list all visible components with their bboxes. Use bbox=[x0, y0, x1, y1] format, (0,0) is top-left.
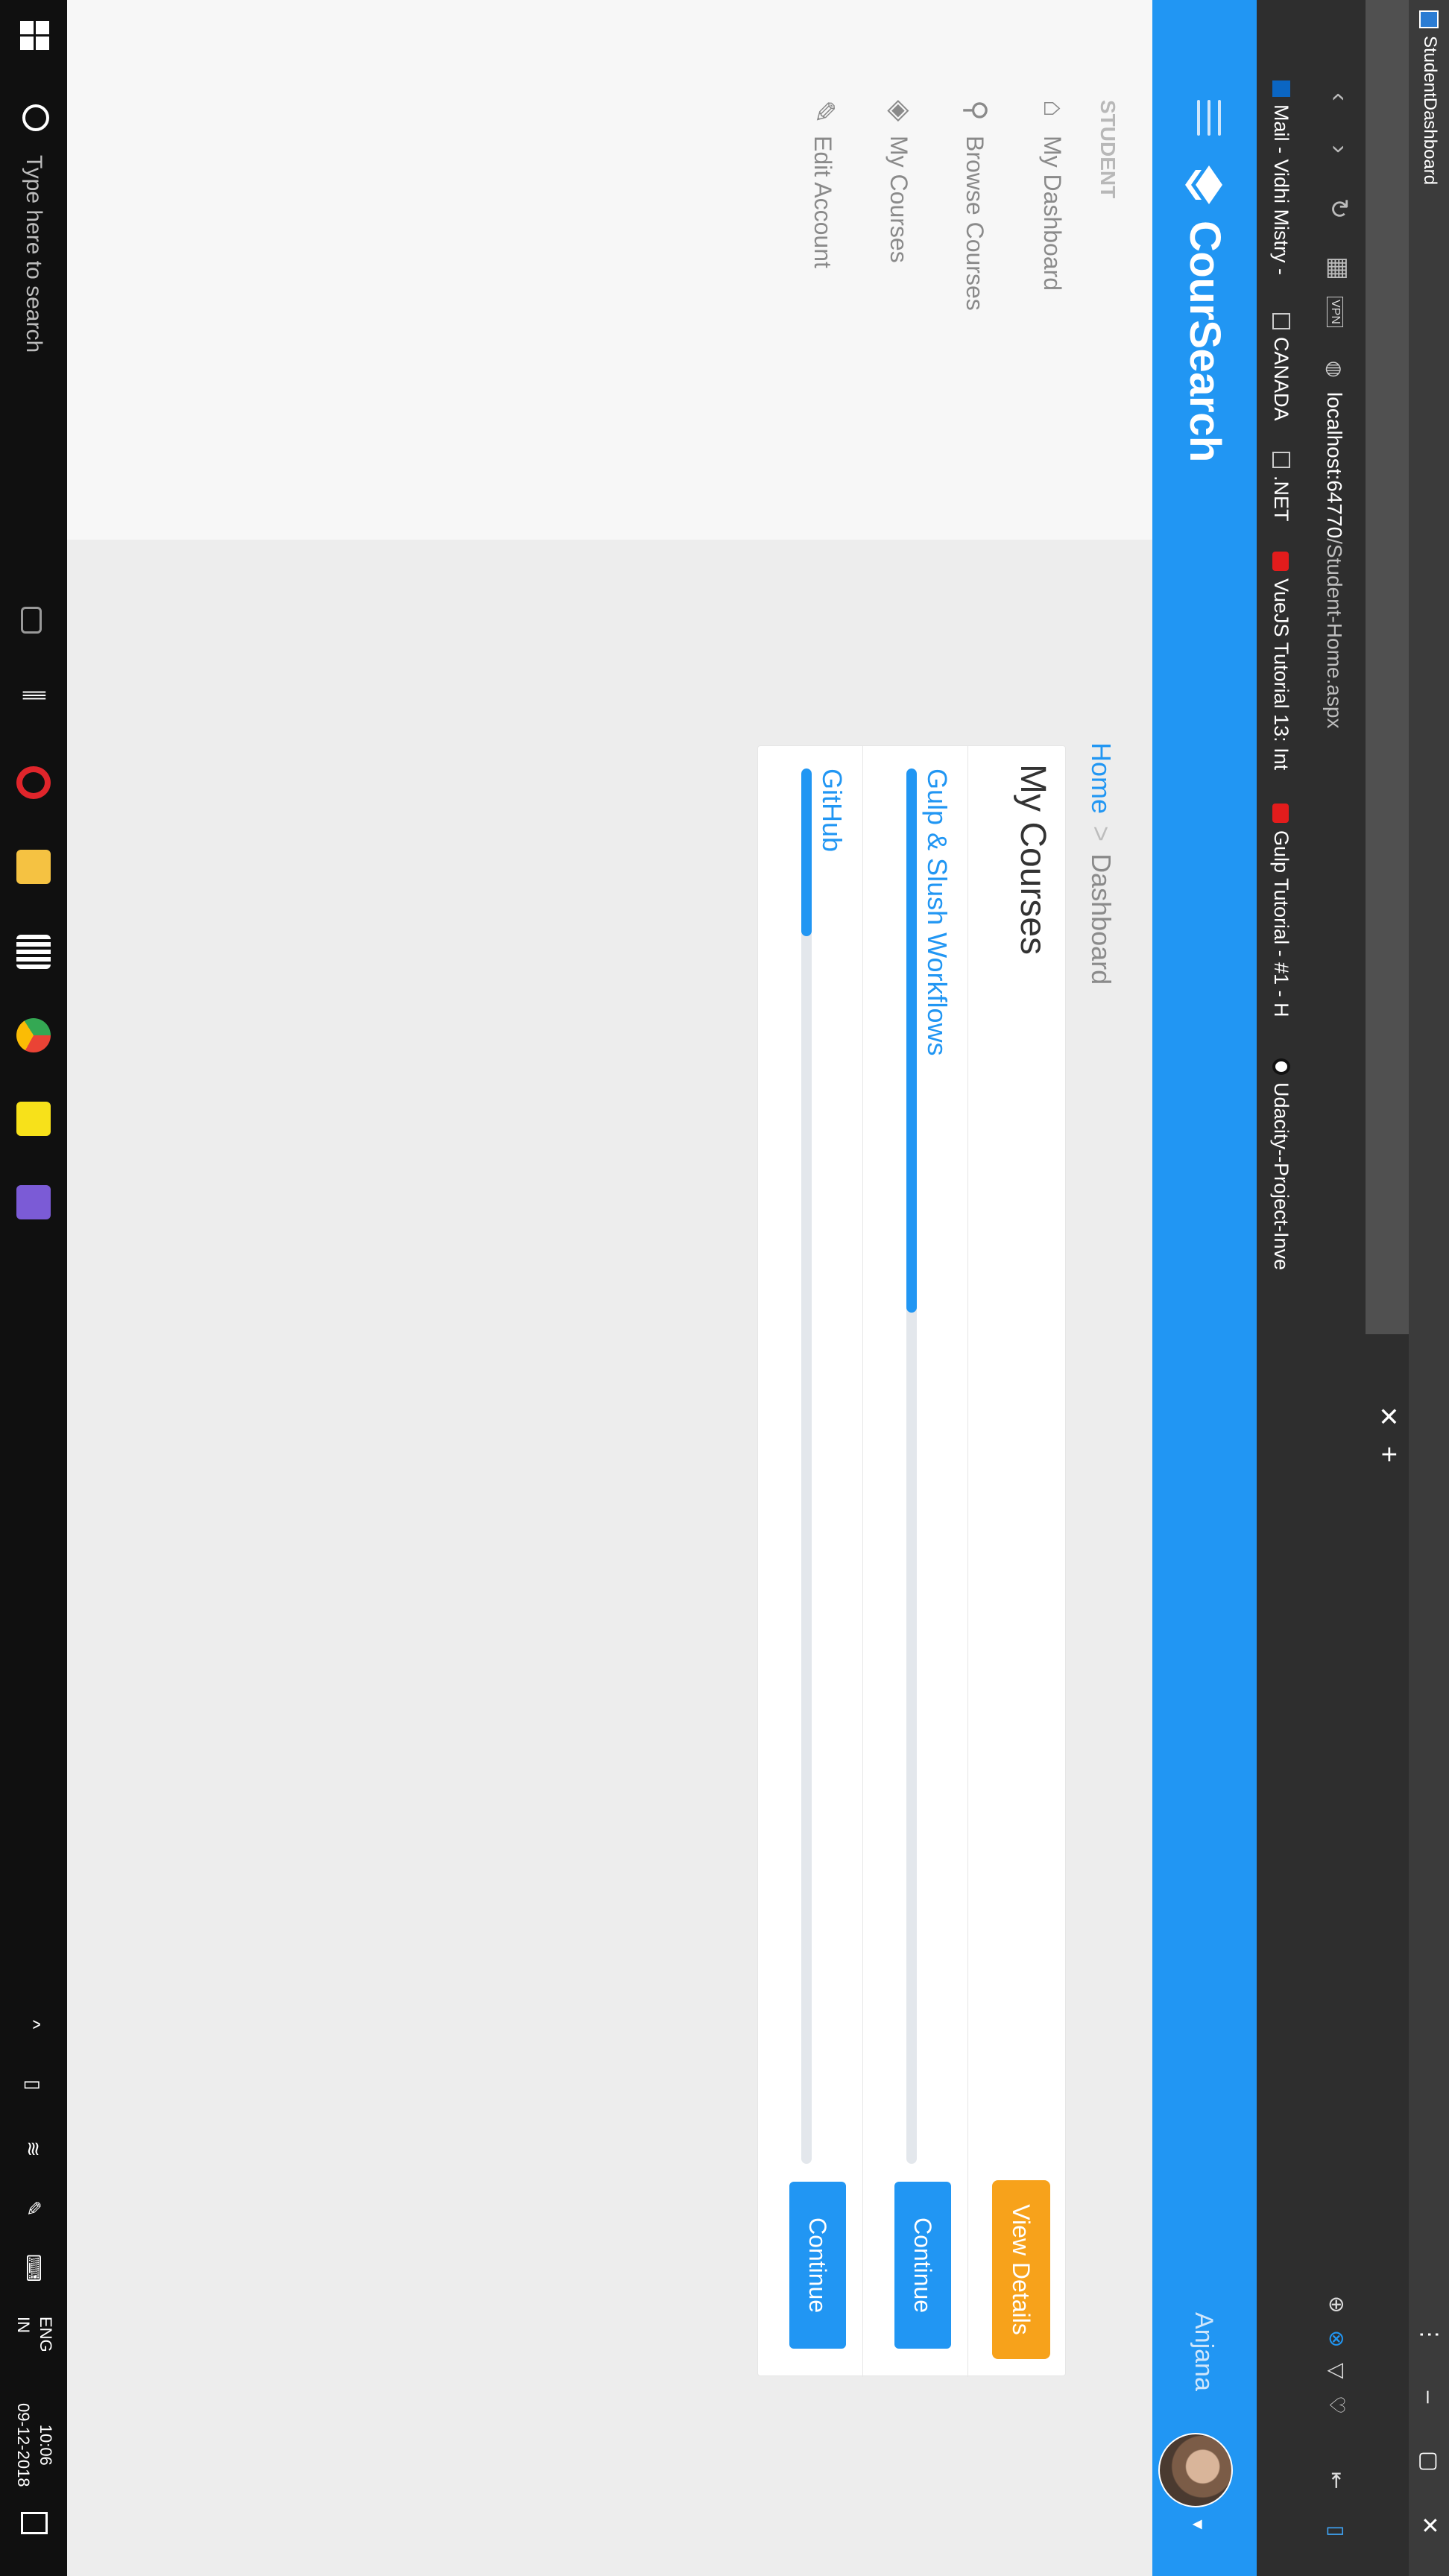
chevron-up-icon[interactable]: ^ bbox=[22, 2020, 45, 2029]
clock[interactable]: 10:06 09-12-2018 bbox=[12, 2403, 57, 2487]
hamburger-menu-icon[interactable] bbox=[1190, 100, 1221, 136]
home-icon: ⌂ bbox=[1038, 100, 1069, 117]
start-windows-icon[interactable] bbox=[19, 21, 49, 51]
bookmark-dotnet[interactable]: .NET bbox=[1269, 452, 1292, 522]
bookmark-canada[interactable]: CANADA bbox=[1269, 313, 1292, 421]
bookmark-vuejs[interactable]: VueJS Tutorial 13: Int bbox=[1269, 552, 1292, 770]
youtube-icon bbox=[1272, 552, 1289, 571]
snapshot-icon[interactable]: ⇤ bbox=[1325, 2472, 1349, 2489]
course-progress-bar bbox=[801, 768, 812, 2164]
course-progress-fill bbox=[801, 768, 812, 936]
globe-icon: ◍ bbox=[1324, 361, 1346, 378]
app-header: CourSearch Anjana ▼ bbox=[1152, 0, 1257, 2576]
page-favicon-icon bbox=[1419, 10, 1439, 28]
course-name-link[interactable]: Gulp & Slush Workflows bbox=[921, 768, 953, 1055]
file-explorer-icon[interactable] bbox=[16, 850, 51, 884]
tab-bar: ✕ + bbox=[1366, 0, 1409, 2576]
adblock-icon[interactable]: ⊗ bbox=[1325, 2330, 1349, 2347]
course-name-link[interactable]: GitHub bbox=[816, 768, 847, 852]
window-title-bar: StudentDashboard ⋮ – ▢ ✕ bbox=[1409, 0, 1449, 2576]
course-row: GitHub Continue bbox=[757, 746, 863, 2377]
layers-icon: ◈ bbox=[884, 100, 915, 122]
keyboard-icon[interactable]: ⌨ bbox=[22, 2254, 45, 2282]
url-host: localhost:64770 bbox=[1323, 392, 1346, 539]
course-progress-fill bbox=[906, 768, 917, 1313]
bookmarks-bar: Mail - Vidhi Mistry - CANADA .NET VueJS … bbox=[1257, 0, 1303, 2576]
bookmark-gulp[interactable]: Gulp Tutorial - #1 - H bbox=[1269, 804, 1292, 1017]
outlook-icon bbox=[1272, 80, 1290, 97]
my-flow-icon[interactable]: ▯ bbox=[1325, 2525, 1349, 2536]
user-name[interactable]: Anjana bbox=[1189, 2312, 1218, 2391]
bookmark-udacity[interactable]: Udacity--Project-Inve bbox=[1269, 1058, 1292, 1270]
breadcrumb-separator: > bbox=[1086, 826, 1117, 842]
breadcrumb: Home > Dashboard bbox=[1085, 742, 1117, 985]
sidebar-item-my-dashboard[interactable]: ⌂My Dashboard bbox=[1037, 100, 1069, 291]
task-view-icon[interactable] bbox=[21, 607, 42, 634]
minimize-button[interactable]: – bbox=[1415, 2382, 1443, 2412]
pen-icon[interactable]: ✎ bbox=[22, 2200, 45, 2217]
flow-icon[interactable]: ▽ bbox=[1325, 2363, 1349, 2379]
wifi-icon[interactable]: ≋ bbox=[22, 2141, 45, 2157]
new-tab-button[interactable]: + bbox=[1372, 1446, 1404, 1462]
youtube-icon bbox=[1272, 804, 1289, 823]
back-icon[interactable]: ‹ bbox=[1325, 80, 1354, 113]
active-tab[interactable] bbox=[1366, 0, 1409, 1334]
breadcrumb-home[interactable]: Home bbox=[1086, 742, 1117, 814]
sidebar: STUDENT ⌂My Dashboard ⚲Browse Courses ◈M… bbox=[0, 0, 1152, 540]
close-tab-icon[interactable]: ✕ bbox=[1373, 1406, 1403, 1427]
heart-icon[interactable]: ♡ bbox=[1325, 2396, 1349, 2414]
sidebar-section-title: STUDENT bbox=[1096, 100, 1120, 199]
screen: StudentDashboard ⋮ – ▢ ✕ ✕ + ‹ › ↻ ▦ VPN… bbox=[0, 0, 1449, 2576]
sidebar-item-edit-account[interactable]: ✎Edit Account bbox=[807, 100, 841, 268]
pencil-icon: ✎ bbox=[808, 100, 839, 124]
reload-icon[interactable]: ↻ bbox=[1324, 192, 1354, 225]
address-bar-row: ‹ › ↻ ▦ VPN ◍ localhost:64770/Student-Ho… bbox=[1303, 0, 1366, 2576]
window-title: StudentDashboard bbox=[1420, 36, 1440, 186]
sidebar-toggle-icon[interactable]: ⋮ bbox=[1415, 2320, 1443, 2349]
sidebar-item-my-courses[interactable]: ◈My Courses bbox=[883, 100, 917, 263]
visual-studio-icon[interactable] bbox=[16, 1185, 51, 1219]
course-row: Gulp & Slush Workflows Continue bbox=[862, 746, 968, 2377]
folder-icon bbox=[1272, 452, 1290, 468]
url-input[interactable]: localhost:64770/Student-Home.aspx bbox=[1322, 392, 1346, 728]
view-details-button[interactable]: View Details bbox=[992, 2180, 1050, 2359]
continue-button[interactable]: Continue bbox=[894, 2182, 951, 2349]
coursearch-logo-icon bbox=[1185, 165, 1222, 204]
avatar[interactable] bbox=[1158, 2433, 1233, 2507]
forward-icon[interactable]: › bbox=[1325, 133, 1354, 165]
language-indicator[interactable]: ENG IN bbox=[12, 2317, 57, 2352]
folder-icon bbox=[1272, 313, 1290, 329]
brand-name[interactable]: CourSearch bbox=[1180, 221, 1230, 462]
course-progress-bar bbox=[906, 768, 917, 2164]
maximize-button[interactable]: ▢ bbox=[1415, 2446, 1443, 2476]
taskbar-app-icon[interactable]: ⫼ bbox=[16, 678, 51, 713]
caret-down-icon[interactable]: ▼ bbox=[1188, 2516, 1208, 2533]
tablet-icon[interactable]: ▯ bbox=[22, 2080, 45, 2090]
continue-button[interactable]: Continue bbox=[789, 2182, 846, 2349]
cortana-icon[interactable] bbox=[22, 104, 49, 131]
taskbar-search-input[interactable]: Type here to search bbox=[21, 155, 46, 353]
bookmark-mail[interactable]: Mail - Vidhi Mistry - bbox=[1269, 80, 1292, 275]
breadcrumb-current: Dashboard bbox=[1086, 853, 1117, 985]
close-window-button[interactable]: ✕ bbox=[1415, 2510, 1443, 2540]
card-title: My Courses bbox=[1013, 764, 1052, 956]
sticky-notes-icon[interactable] bbox=[16, 1102, 51, 1136]
search-icon: ⚲ bbox=[960, 100, 991, 121]
github-icon bbox=[1272, 1058, 1290, 1075]
chrome-icon[interactable] bbox=[16, 1018, 51, 1052]
action-center-icon[interactable] bbox=[21, 2512, 48, 2534]
calculator-icon[interactable] bbox=[16, 935, 51, 969]
sidebar-item-browse-courses[interactable]: ⚲Browse Courses bbox=[959, 100, 993, 311]
windows-taskbar: Type here to search ⫼ ^ ▯ ≋ ✎ ⌨ ENG IN 10… bbox=[0, 0, 67, 2576]
tabs-grid-icon[interactable]: ▦ bbox=[1324, 252, 1354, 285]
opera-icon[interactable] bbox=[16, 766, 51, 799]
url-path: /Student-Home.aspx bbox=[1323, 538, 1346, 729]
my-courses-card: My Courses View Details Gulp & Slush Wor… bbox=[757, 745, 1066, 2377]
zoom-icon[interactable]: ⊕ bbox=[1325, 2296, 1349, 2313]
vpn-badge[interactable]: VPN bbox=[1327, 297, 1343, 327]
